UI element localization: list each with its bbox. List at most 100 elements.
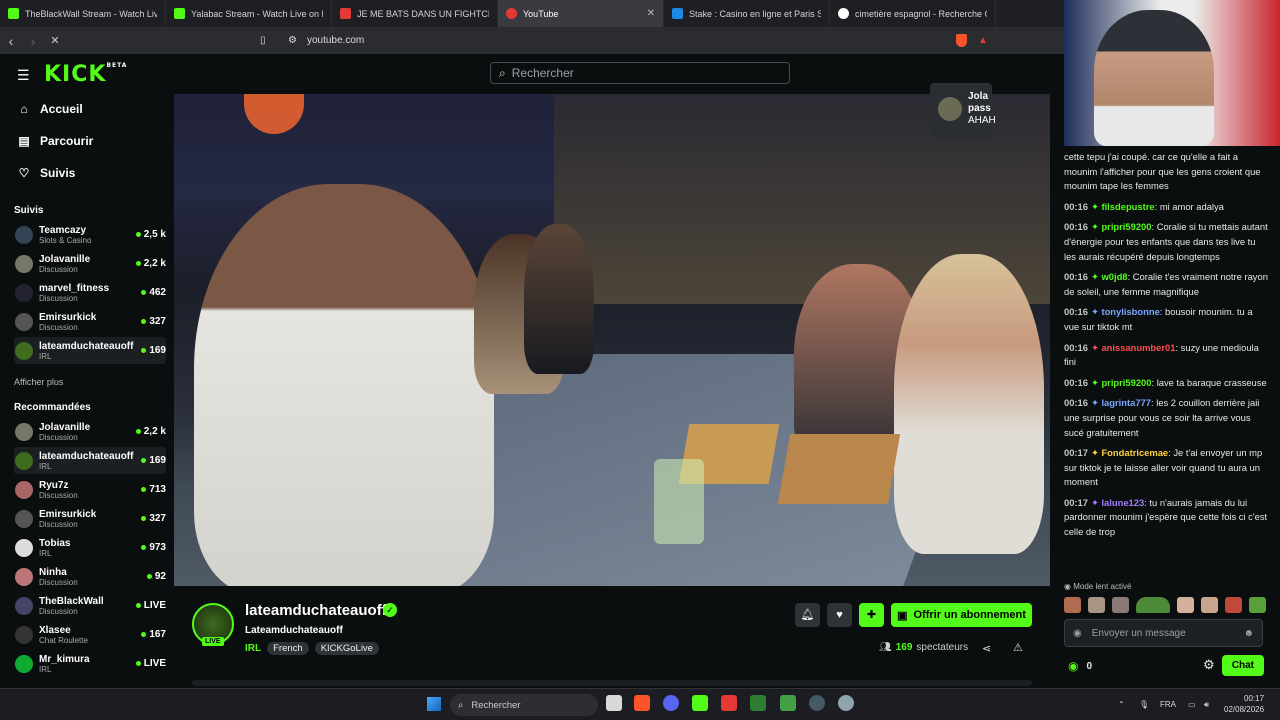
channel-category: Discussion <box>39 293 78 303</box>
brave-rewards-icon[interactable]: ▲ <box>978 35 988 46</box>
tray-arrow-icon[interactable]: ⌃ <box>1118 700 1125 709</box>
url-field[interactable]: ▯ ⚙ youtube.com <box>260 31 940 50</box>
sidebar-channel[interactable]: Emirsurkick Discussion 327 <box>14 505 166 532</box>
video-player[interactable] <box>174 94 1050 586</box>
badge-icon: ✦ <box>1090 447 1102 459</box>
emote[interactable] <box>1177 597 1194 613</box>
live-dot-icon <box>141 290 147 295</box>
sidebar-channel[interactable]: Jolavanille Discussion 2,2 k <box>14 250 166 277</box>
chat-username[interactable]: filsdepustre <box>1101 201 1154 212</box>
stop-loading-icon[interactable]: ✕ <box>44 34 66 47</box>
nav-browse[interactable]: ▤ Parcourir <box>18 134 93 148</box>
chat-username[interactable]: Fondatricemae <box>1101 447 1168 458</box>
user-icon[interactable]: ◉ <box>1073 628 1082 639</box>
report-icon[interactable]: ⚠ <box>1013 641 1023 654</box>
chat-username[interactable]: lalune123 <box>1101 497 1144 508</box>
chat-username[interactable]: pripri59200 <box>1101 221 1151 232</box>
chat-username[interactable]: lagrinta777 <box>1101 397 1151 408</box>
follow-heart-icon[interactable]: ♥ <box>827 603 852 627</box>
chat-username[interactable]: tonylisbonne <box>1101 306 1159 317</box>
emote[interactable] <box>1088 597 1105 613</box>
sidebar-channel[interactable]: Tobias IRL 973 <box>14 534 166 561</box>
taskbar-clock[interactable]: 00:17 02/08/2026 <box>1224 693 1264 715</box>
gift-icon[interactable]: ✚ <box>859 603 884 627</box>
kick-favicon-icon <box>174 8 185 19</box>
volume-icon[interactable]: 🔊︎ <box>1204 700 1209 710</box>
site-info-icon[interactable]: ⚙ <box>288 35 297 46</box>
browser-tab[interactable]: cimetière espagnol - Recherche Google <box>830 0 996 27</box>
emote[interactable] <box>1249 597 1266 613</box>
sidebar-channel[interactable]: Teamcazy Slots & Casino 2,5 k <box>14 221 166 248</box>
emote[interactable] <box>1201 597 1218 613</box>
language-indicator[interactable]: FRA <box>1160 700 1176 709</box>
channel-category: IRL <box>39 548 52 558</box>
close-tab-icon[interactable]: ✕ <box>647 8 655 19</box>
category-link[interactable]: IRL <box>245 643 261 654</box>
chat-username[interactable]: anissanumber01 <box>1101 342 1175 353</box>
search-input[interactable]: ⌕ Rechercher <box>490 62 790 84</box>
browser-tab[interactable]: TheBlackWall Stream - Watch Live on <box>0 0 166 27</box>
brave-shield-icon[interactable] <box>956 34 967 47</box>
menu-icon[interactable]: ☰ <box>17 67 30 84</box>
sidebar-channel[interactable]: lateamduchateauoff IRL 169 <box>14 447 166 474</box>
scroll-bar[interactable] <box>192 680 1032 686</box>
windows-start-icon[interactable] <box>427 697 441 711</box>
emoji-icon[interactable]: ☻ <box>1243 628 1254 639</box>
discord-icon[interactable] <box>663 695 679 711</box>
app-icon[interactable] <box>780 695 796 711</box>
sidebar-channel[interactable]: Jolavanille Discussion 2,2 k <box>14 418 166 445</box>
badge-icon: ✦ <box>1090 376 1102 388</box>
viewer-count: 2,2 k <box>135 426 166 437</box>
channel-name: Emirsurkick <box>39 311 97 323</box>
app-icon[interactable] <box>692 695 708 711</box>
chat-send-button[interactable]: Chat <box>1221 655 1264 676</box>
nav-home[interactable]: ⌂ Accueil <box>18 102 82 116</box>
browser-tab[interactable]: Stake : Casino en ligne et Paris Sportif… <box>664 0 830 27</box>
sidebar-channel[interactable]: marvel_fitness Discussion 462 <box>14 279 166 306</box>
streamer-name[interactable]: lateamduchateauoff <box>245 602 387 619</box>
emote[interactable] <box>1064 597 1081 613</box>
sidebar-channel[interactable]: TheBlackWall Discussion LIVE <box>14 592 166 619</box>
emote[interactable] <box>1225 597 1242 613</box>
sidebar-channel[interactable]: Xlasee Chat Roulette 167 <box>14 621 166 648</box>
chat-text: cette tepu j'ai coupé. car ce qu'elle a … <box>1064 151 1261 192</box>
nav-following[interactable]: ♡ Suivis <box>18 166 76 180</box>
emote[interactable] <box>1136 597 1170 613</box>
network-icon[interactable]: ▭ <box>1188 700 1196 709</box>
sidebar-channel[interactable]: Emirsurkick Discussion 327 <box>14 308 166 335</box>
app-icon[interactable] <box>721 695 737 711</box>
settings-icon[interactable]: ⚙ <box>1203 657 1215 673</box>
browser-tab[interactable]: Yalabac Stream - Watch Live on Kick <box>166 0 332 27</box>
sidebar-channel[interactable]: Ninha Discussion 92 <box>14 563 166 590</box>
brave-browser-icon[interactable] <box>634 695 650 711</box>
settings-app-icon[interactable] <box>838 695 854 711</box>
browser-tab[interactable]: JE ME BATS DANS UN FIGHTCLUB <box>332 0 498 27</box>
app-icon[interactable] <box>809 695 825 711</box>
file-explorer-icon[interactable] <box>606 695 622 711</box>
sidebar-channel[interactable]: lateamduchateauoff IRL 169 <box>14 337 166 364</box>
person-foreground <box>194 184 494 586</box>
sidebar-channel[interactable]: Ryu7z Discussion 713 <box>14 476 166 503</box>
emote-bar <box>1064 597 1266 613</box>
share-icon[interactable]: ⋖ <box>982 642 991 655</box>
chat-username[interactable]: w0jd8 <box>1101 271 1127 282</box>
kick-logo[interactable]: KICKBETA <box>44 62 127 87</box>
chat-message-input[interactable]: ◉ Envoyer un message ☻ <box>1064 619 1263 647</box>
show-more-link[interactable]: Afficher plus <box>14 377 63 387</box>
gift-subscription-button[interactable]: ▣ Offrir un abonnement <box>891 603 1032 627</box>
app-icon[interactable] <box>750 695 766 711</box>
points-icon[interactable]: ◉ <box>1068 659 1078 673</box>
chat-username[interactable]: pripri59200 <box>1101 377 1151 388</box>
live-dot-icon <box>135 261 141 266</box>
forward-icon[interactable]: › <box>22 33 44 49</box>
notification-bell-icon[interactable]: 🔔︎ <box>795 603 820 627</box>
emote[interactable] <box>1112 597 1129 613</box>
sidebar-channel[interactable]: Mr_kimura IRL LIVE <box>14 650 166 677</box>
tag-chip[interactable]: French <box>267 642 309 655</box>
browser-tab-active[interactable]: YouTube ✕ <box>498 0 664 27</box>
taskbar-search[interactable]: ⌕ Rechercher <box>450 694 598 716</box>
bookmark-icon[interactable]: ▯ <box>260 35 266 46</box>
microphone-icon[interactable]: 🎙︎ <box>1139 700 1149 709</box>
tag-chip[interactable]: KICKGoLive <box>314 642 379 655</box>
back-icon[interactable]: ‹ <box>0 33 22 49</box>
